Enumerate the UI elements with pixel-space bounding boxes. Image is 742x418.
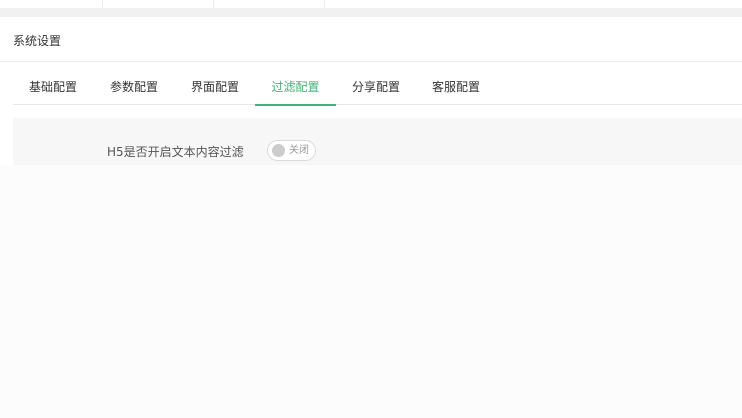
- top-divider: [0, 8, 742, 17]
- tab-label: 分享配置: [351, 80, 400, 94]
- tab-label: 参数配置: [109, 80, 158, 94]
- tab-interface[interactable]: 界面配置: [175, 62, 255, 105]
- tab-label: 过滤配置: [271, 80, 320, 94]
- tab-share[interactable]: 分享配置: [336, 62, 416, 105]
- tab-label: 基础配置: [28, 80, 77, 94]
- tab-customer-service[interactable]: 客服配置: [416, 62, 496, 105]
- tab-filter[interactable]: 过滤配置: [255, 62, 336, 106]
- content-area: [0, 165, 742, 418]
- page-title: 系统设置: [13, 34, 62, 48]
- tab-basic[interactable]: 基础配置: [13, 62, 93, 105]
- h5-filter-label: H5是否开启文本内容过滤: [107, 145, 244, 159]
- card-header: 系统设置: [0, 17, 742, 62]
- settings-card: 系统设置 基础配置 参数配置 界面配置 过滤配置 分享配置 客服配置 H5是否开…: [0, 17, 742, 418]
- toggle-knob: [272, 144, 285, 157]
- top-nav-cell[interactable]: [103, 0, 214, 8]
- tab-params[interactable]: 参数配置: [94, 62, 174, 105]
- h5-filter-toggle[interactable]: 关闭: [267, 140, 316, 161]
- toggle-state-text: 关闭: [289, 145, 309, 156]
- settings-tabs: 基础配置 参数配置 界面配置 过滤配置 分享配置 客服配置: [13, 62, 742, 106]
- tab-label: 客服配置: [431, 80, 480, 94]
- top-nav-strip: [0, 0, 742, 8]
- tab-label: 界面配置: [190, 80, 239, 94]
- top-nav-cell[interactable]: [0, 0, 103, 8]
- top-nav-cell[interactable]: [214, 0, 325, 8]
